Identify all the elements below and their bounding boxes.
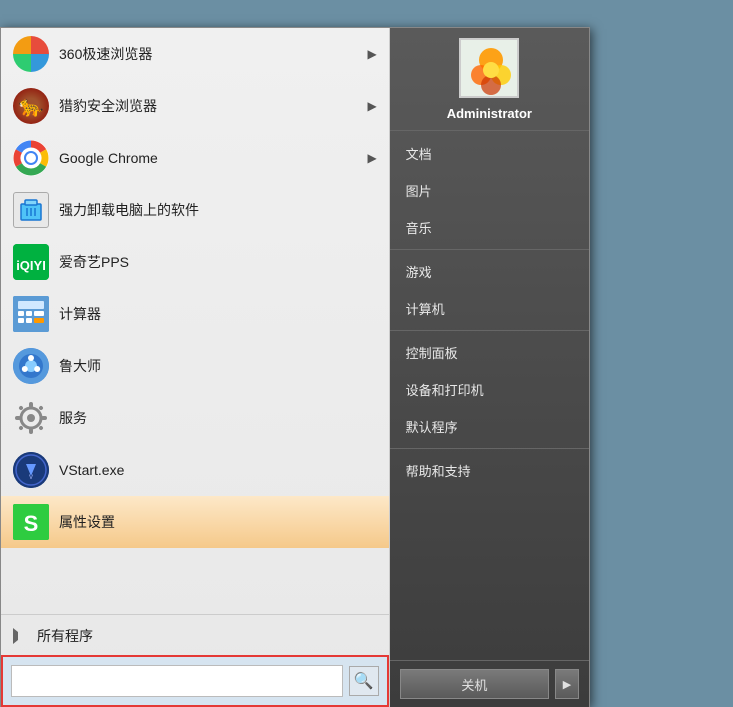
right-menu-item-pictures[interactable]: 图片 [390, 172, 589, 209]
app-label-vstart: VStart.exe [59, 462, 124, 478]
search-button[interactable]: 🔍 [349, 666, 379, 696]
icon-attr-shape: S [13, 504, 49, 540]
right-menu-item-controlpanel[interactable]: 控制面板 [390, 334, 589, 371]
app-label-iqiyi: 爱奇艺PPS [59, 252, 129, 272]
right-menu-item-music[interactable]: 音乐 [390, 209, 589, 246]
app-label-leopardbrowser: 猎豹安全浏览器 [59, 96, 157, 116]
right-menu-item-games[interactable]: 游戏 [390, 253, 589, 290]
right-panel: Administrator 文档图片音乐游戏计算机控制面板设备和打印机默认程序帮… [390, 28, 589, 707]
app-arrow-360browser: ▶ [367, 47, 376, 61]
app-item-googlechrome[interactable]: Google Chrome ▶ [1, 132, 389, 184]
right-menu-item-devices[interactable]: 设备和打印机 [390, 371, 589, 408]
icon-iqiyi-shape: iQIYI [13, 244, 49, 280]
right-menu-item-helpandsupport[interactable]: 帮助和支持 [390, 452, 589, 489]
app-icon-vstart: V [13, 452, 49, 488]
app-item-leopardbrowser[interactable]: 🐆 猎豹安全浏览器 ▶ [1, 80, 389, 132]
svg-text:iQIYI: iQIYI [16, 258, 46, 273]
right-panel-divider-divider3 [390, 448, 589, 449]
icon-calc-shape [13, 296, 49, 332]
app-item-vstart[interactable]: V VStart.exe [1, 444, 389, 496]
avatar-image [461, 40, 519, 98]
app-item-service[interactable]: 服务 [1, 392, 389, 444]
right-menu-item-documents[interactable]: 文档 [390, 135, 589, 172]
app-icon-service [13, 400, 49, 436]
app-label-calculator: 计算器 [59, 304, 101, 324]
app-icon-uninstall [13, 192, 49, 228]
apps-list: 360极速浏览器 ▶ 🐆 猎豹安全浏览器 ▶ Google Chrome ▶ 强力卸载电脑… [1, 28, 389, 612]
app-label-googlechrome: Google Chrome [59, 150, 158, 166]
app-icon-luda [13, 348, 49, 384]
svg-text:V: V [29, 475, 33, 481]
app-item-calculator[interactable]: 计算器 [1, 288, 389, 340]
all-programs-label: 所有程序 [37, 626, 93, 646]
app-label-uninstall: 强力卸载电脑上的软件 [59, 200, 199, 220]
user-avatar [459, 38, 519, 98]
icon-360-shape [13, 36, 49, 72]
all-programs-row[interactable]: 所有程序 [1, 617, 389, 655]
app-icon-iqiyi: iQIYI [13, 244, 49, 280]
app-arrow-googlechrome: ▶ [367, 151, 376, 165]
shutdown-button[interactable]: 关机 [400, 669, 549, 699]
app-label-attr: 属性设置 [59, 512, 115, 532]
icon-service-shape [13, 400, 49, 436]
search-icon: 🔍 [354, 671, 374, 691]
app-icon-360browser [13, 36, 49, 72]
search-input[interactable] [11, 665, 343, 697]
right-menu-item-defaultprograms[interactable]: 默认程序 [390, 408, 589, 445]
svg-text:S: S [24, 511, 39, 536]
search-bar: 🔍 [1, 655, 389, 707]
app-icon-calculator [13, 296, 49, 332]
app-item-360browser[interactable]: 360极速浏览器 ▶ [1, 28, 389, 80]
app-label-360browser: 360极速浏览器 [59, 44, 152, 64]
left-panel: 360极速浏览器 ▶ 🐆 猎豹安全浏览器 ▶ Google Chrome ▶ 强力卸载电脑… [1, 28, 390, 707]
right-menu-item-computer[interactable]: 计算机 [390, 290, 589, 327]
app-icon-googlechrome [13, 140, 49, 176]
app-item-luda[interactable]: 鲁大师 [1, 340, 389, 392]
app-icon-attr: S [13, 504, 49, 540]
icon-luda-shape [13, 348, 49, 384]
right-bottom-bar: 关机 ▶ [390, 660, 589, 707]
divider [1, 614, 389, 615]
right-panel-divider-divider1 [390, 249, 589, 250]
user-section: Administrator [390, 28, 589, 131]
icon-vstart-shape: V [13, 452, 49, 488]
shutdown-arrow-button[interactable]: ▶ [555, 669, 579, 699]
app-label-service: 服务 [59, 408, 87, 428]
icon-uninstall-shape [13, 192, 49, 228]
right-menu-items: 文档图片音乐游戏计算机控制面板设备和打印机默认程序帮助和支持 [390, 131, 589, 660]
icon-leopard-shape: 🐆 [13, 88, 49, 124]
app-arrow-leopardbrowser: ▶ [367, 99, 376, 113]
chrome-svg [13, 140, 49, 176]
app-item-uninstall[interactable]: 强力卸载电脑上的软件 [1, 184, 389, 236]
app-label-luda: 鲁大师 [59, 356, 101, 376]
app-item-attr[interactable]: S 属性设置 [1, 496, 389, 548]
start-menu: 360极速浏览器 ▶ 🐆 猎豹安全浏览器 ▶ Google Chrome ▶ 强力卸载电脑… [0, 27, 590, 707]
user-name: Administrator [447, 102, 532, 125]
app-item-iqiyi[interactable]: iQIYI 爱奇艺PPS [1, 236, 389, 288]
right-panel-divider-divider2 [390, 330, 589, 331]
app-icon-leopardbrowser: 🐆 [13, 88, 49, 124]
all-programs-icon [13, 628, 29, 644]
